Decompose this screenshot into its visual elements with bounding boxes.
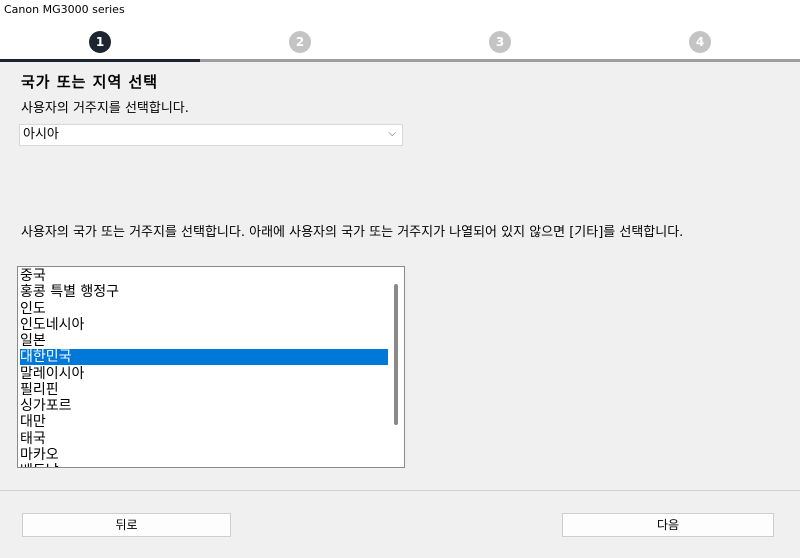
page-subtitle: 사용자의 거주지를 선택합니다.	[21, 101, 189, 116]
country-list-item[interactable]: 인도	[20, 301, 388, 317]
page-title: 국가 또는 지역 선택	[21, 73, 159, 91]
back-button[interactable]: 뒤로	[22, 513, 231, 537]
country-list-item[interactable]: 대만	[20, 414, 388, 430]
country-list-item[interactable]: 중국	[20, 268, 388, 284]
chevron-down-icon: ⌵	[388, 128, 396, 139]
country-list-item[interactable]: 베트남	[20, 463, 388, 467]
region-select-value: 아시아	[23, 127, 59, 142]
country-description: 사용자의 국가 또는 거주지를 선택합니다. 아래에 사용자의 국가 또는 거주…	[21, 225, 684, 240]
country-listbox[interactable]: 중국 홍콩 특별 행정구 인도 인도네시아 일본 대한민국 말레이시아 필리핀 싱가포르 대만 태국…	[17, 266, 405, 468]
country-list-item[interactable]: 홍콩 특별 행정구	[20, 284, 388, 300]
step-3-icon: 3	[489, 31, 511, 53]
step-1-icon: 1	[89, 31, 111, 53]
country-list-item[interactable]: 말레이시아	[20, 366, 388, 382]
country-list-item[interactable]: 인도네시아	[20, 317, 388, 333]
country-list-item[interactable]: 일본	[20, 333, 388, 349]
step-progress-remaining	[200, 59, 800, 62]
country-list-item[interactable]: 대한민국	[20, 349, 388, 366]
region-select[interactable]: 아시아 ⌵	[19, 124, 403, 146]
step-progress-active	[0, 59, 200, 62]
next-button[interactable]: 다음	[562, 513, 774, 537]
step-indicator: 1 2 3 4	[0, 22, 800, 62]
footer-divider	[0, 490, 800, 491]
country-list-item[interactable]: 태국	[20, 431, 388, 447]
step-2-icon: 2	[289, 31, 311, 53]
country-list-item[interactable]: 싱가포르	[20, 398, 388, 414]
window-title: Canon MG3000 series	[0, 0, 800, 22]
scrollbar-thumb[interactable]	[394, 284, 398, 425]
country-list-item[interactable]: 필리핀	[20, 382, 388, 398]
step-4-icon: 4	[689, 31, 711, 53]
country-list-item[interactable]: 마카오	[20, 447, 388, 463]
